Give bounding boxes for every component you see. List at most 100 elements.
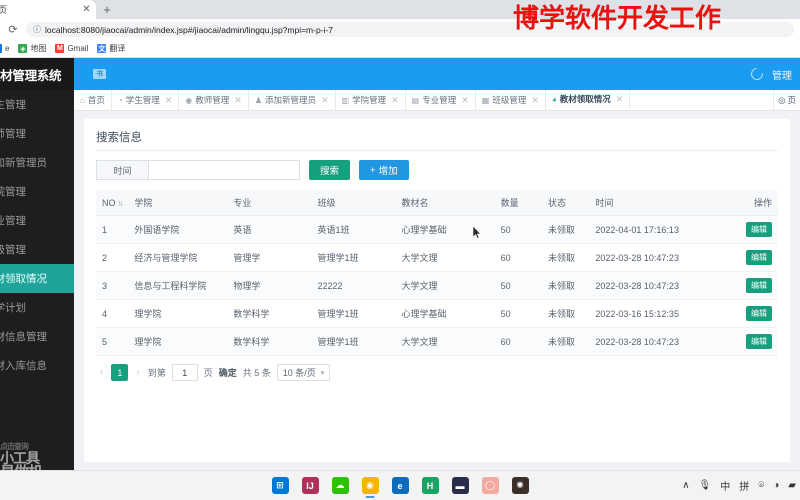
cell-college: 外国语学院 [128, 216, 227, 244]
search-row: 时间 搜索 + 增加 [96, 160, 778, 180]
cell-cls: 管理学1班 [311, 244, 395, 272]
tab-close-icon[interactable]: ✕ [391, 95, 399, 106]
tab-6[interactable]: ▦班级管理✕ [476, 90, 546, 110]
sidebar-item-label: 教师管理 [0, 126, 26, 141]
edit-button[interactable]: 编辑 [746, 222, 772, 237]
tabbar-page-label: 页 [787, 94, 796, 106]
prev-page-button[interactable]: ‹ [98, 367, 105, 378]
cell-major: 数学科学 [227, 328, 311, 356]
goto-confirm-button[interactable]: 确定 [219, 366, 237, 379]
admin-label[interactable]: 管理 [772, 67, 792, 82]
column-header-2: 专业 [227, 190, 311, 216]
sidebar-item-1[interactable]: 教师管理 [0, 119, 74, 148]
browser-tab-title: 页 [0, 3, 81, 16]
cell-no: 1 [96, 216, 128, 244]
browser-tabstrip: 页 ✕ + [0, 0, 800, 19]
tray-icon-2[interactable]: 中 [720, 478, 730, 493]
search-button[interactable]: 搜索 [309, 160, 350, 180]
cell-status: 未领取 [542, 328, 589, 356]
tabbar-page-menu[interactable]: ◎ 页 [773, 90, 800, 110]
column-header-3: 班级 [311, 190, 395, 216]
cell-college: 理学院 [128, 328, 227, 356]
app-brown-icon[interactable]: ✺ [512, 477, 529, 494]
tab-close-icon[interactable]: ✕ [321, 95, 329, 106]
app-dark-icon[interactable]: ▬ [452, 477, 469, 494]
cell-qty: 50 [495, 216, 542, 244]
tab-close-icon[interactable]: ✕ [234, 95, 242, 106]
sidebar-item-6[interactable]: 教材领取情况 [0, 264, 74, 293]
edit-button[interactable]: 编辑 [746, 334, 772, 349]
edit-button[interactable]: 编辑 [746, 250, 772, 265]
tab-close-icon[interactable]: ✕ [616, 94, 624, 105]
cell-actions: 编辑 [713, 300, 778, 328]
page-size-select[interactable]: 10 条/页 ▾ [277, 364, 331, 381]
tab-7[interactable]: ◕教材领取情况✕ [546, 90, 630, 110]
time-input[interactable] [148, 160, 300, 180]
start-icon[interactable]: ⊞ [272, 477, 289, 494]
sort-icon[interactable]: ⇅ [118, 201, 124, 208]
page-tabbar: ⌂首页◔学生管理✕◉教师管理✕♟添加新管理员✕▥学院管理✕▤专业管理✕▦班级管理… [74, 90, 800, 111]
refresh-icon[interactable] [749, 66, 766, 83]
goto-label: 到第 [148, 366, 166, 379]
sidebar-item-0[interactable]: 学生管理 [0, 90, 74, 119]
cell-book: 大学文理 [395, 272, 494, 300]
tray-icon-5[interactable]: ◑ [773, 480, 779, 491]
tab-2[interactable]: ◉教师管理✕ [179, 90, 249, 110]
tab-close-icon[interactable]: ✕ [165, 95, 173, 106]
edit-button[interactable]: 编辑 [746, 306, 772, 321]
sidebar-item-7[interactable]: 教学计划 [0, 293, 74, 322]
bookmark-label: 翻译 [109, 43, 125, 54]
goto-page-input[interactable] [172, 364, 198, 381]
cell-cls: 管理学1班 [311, 328, 395, 356]
close-icon[interactable]: ✕ [81, 5, 92, 15]
add-button[interactable]: + 增加 [359, 160, 409, 180]
page-number-1[interactable]: 1 [111, 364, 128, 381]
bookmark-item[interactable]: 文翻译 [97, 43, 125, 54]
tab-5[interactable]: ▤专业管理✕ [406, 90, 476, 110]
site-info-icon[interactable]: ⓘ [33, 24, 41, 35]
bookmark-item[interactable]: ee [0, 44, 9, 53]
wechat-icon[interactable]: ☁ [332, 477, 349, 494]
sidebar-logo: 教材管理系统 [0, 58, 74, 90]
tab-close-icon[interactable]: ✕ [461, 95, 469, 106]
address-bar[interactable]: ⓘ localhost:8080/jiaocai/admin/index.jsp… [26, 22, 794, 37]
next-page-button[interactable]: › [134, 367, 141, 378]
tray-icon-6[interactable]: ▰ [788, 480, 796, 491]
sidebar-item-2[interactable]: 添加新管理员 [0, 148, 74, 177]
tab-icon: ⌂ [80, 96, 85, 105]
new-tab-button[interactable]: + [96, 0, 118, 19]
tray-icon-4[interactable]: ⌾ [758, 480, 764, 491]
app-peach-icon[interactable]: ◯ [482, 477, 499, 494]
bookmark-item[interactable]: MGmail [55, 44, 88, 53]
tab-1[interactable]: ◔学生管理✕ [112, 90, 179, 110]
bookmark-icon: e [0, 44, 2, 53]
reload-icon[interactable]: ⟳ [6, 23, 20, 37]
tab-4[interactable]: ▥学院管理✕ [336, 90, 406, 110]
edit-button[interactable]: 编辑 [746, 278, 772, 293]
sidebar-item-3[interactable]: 学院管理 [0, 177, 74, 206]
column-header-0[interactable]: NO⇅ [96, 190, 128, 216]
chrome-icon[interactable]: ◉ [362, 477, 379, 494]
sidebar-item-label: 教材领取情况 [0, 271, 47, 286]
jetbrains-icon[interactable]: IJ [302, 477, 319, 494]
sidebar-item-9[interactable]: 教材入库信息 [0, 351, 74, 380]
tab-label: 学生管理 [126, 94, 160, 106]
sidebar-item-label: 教材信息管理 [0, 329, 47, 344]
tab-close-icon[interactable]: ✕ [531, 95, 539, 106]
sidebar-item-5[interactable]: 班级管理 [0, 235, 74, 264]
tray-icon-1[interactable]: 🎙 [699, 480, 712, 491]
sidebar-item-8[interactable]: 教材信息管理 [0, 322, 74, 351]
column-header-8: 操作 [713, 190, 778, 216]
edge-icon[interactable]: e [392, 477, 409, 494]
tray-icon-0[interactable]: ∧ [682, 480, 689, 491]
tab-3[interactable]: ♟添加新管理员✕ [249, 90, 336, 110]
textbook-claim-table: NO⇅学院专业班级教材名数量状态时间操作 1外国语学院英语英语1班心理学基础50… [96, 190, 778, 356]
tray-icon-3[interactable]: 拼 [739, 478, 749, 493]
hbuilder-icon[interactable]: H [422, 477, 439, 494]
sidebar-item-4[interactable]: 专业管理 [0, 206, 74, 235]
page-viewport: 教材管理系统 学生管理教师管理添加新管理员学院管理专业管理班级管理教材领取情况教… [0, 58, 800, 470]
tab-0[interactable]: ⌂首页 [74, 90, 112, 110]
cell-book: 大学文理 [395, 328, 494, 356]
bookmark-item[interactable]: ◈地图 [18, 43, 46, 54]
browser-tab[interactable]: 页 ✕ [0, 0, 96, 19]
